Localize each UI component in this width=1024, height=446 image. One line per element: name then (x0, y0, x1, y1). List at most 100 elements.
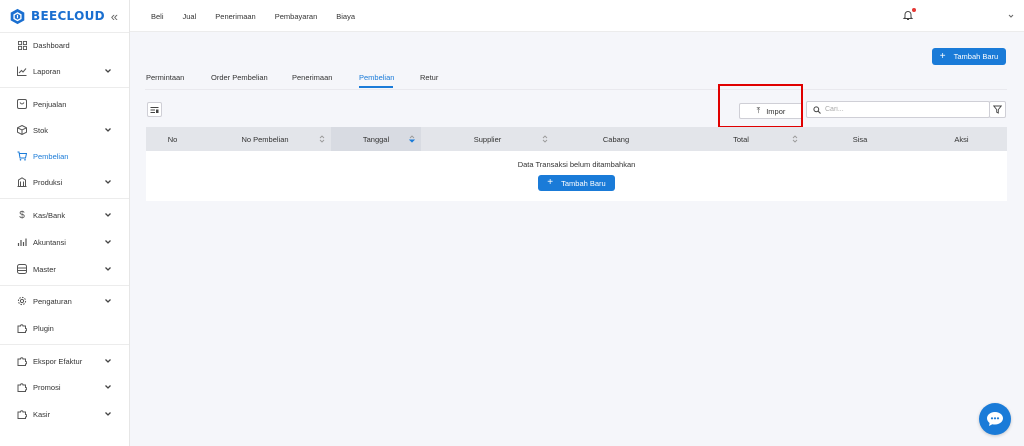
topnav-item-biaya[interactable]: Biaya (336, 12, 355, 21)
divider (0, 87, 129, 88)
tab-order-pembelian[interactable]: Order Pembelian (211, 73, 268, 82)
purchase-table: No No Pembelian Tanggal Supplier Cabang … (146, 127, 1007, 201)
search-box (806, 101, 990, 118)
sidebar-item-label: Stok (33, 125, 49, 135)
puzzle-icon (17, 382, 27, 392)
sidebar-item-label: Plugin (33, 323, 54, 333)
tab-retur[interactable]: Retur (420, 73, 438, 82)
column-label: No (167, 134, 178, 144)
sidebar-item-plugin[interactable]: Plugin (0, 317, 129, 339)
sidebar-item-master[interactable]: Master (0, 258, 129, 280)
search-input[interactable] (825, 106, 985, 113)
chevron-down-icon (105, 128, 111, 132)
dollar-icon: $ (19, 209, 25, 221)
chevron-down-icon (105, 385, 111, 389)
sidebar-item-laporan[interactable]: Laporan (0, 60, 129, 82)
column-label: Total (733, 134, 749, 144)
sidebar-item-label: Penjualan (33, 99, 67, 109)
tab-pembelian[interactable]: Pembelian (359, 73, 394, 82)
box-icon (17, 125, 27, 135)
tabs-divider (145, 89, 1007, 90)
sidebar-item-kasir[interactable]: Kasir (0, 403, 129, 425)
puzzle-icon (17, 409, 27, 419)
sidebar-item-stok[interactable]: Stok (0, 119, 129, 141)
sidebar-item-dashboard[interactable]: Dashboard (0, 34, 129, 56)
divider (0, 32, 129, 33)
tab-permintaan[interactable]: Permintaan (146, 73, 184, 82)
chat-button[interactable] (979, 403, 1011, 435)
empty-state-add-button[interactable]: + Tambah Baru (538, 175, 615, 191)
add-new-button-label: Tambah Baru (953, 52, 999, 61)
top-navigation: Beli Jual Penerimaan Pembayaran Biaya (151, 0, 374, 32)
chevron-down-icon (105, 412, 111, 416)
sidebar-item-promosi[interactable]: Promosi (0, 376, 129, 398)
topnav-item-jual[interactable]: Jual (183, 12, 197, 21)
sidebar-item-akuntansi[interactable]: Akuntansi (0, 231, 129, 253)
sidebar: BEECLOUD « Dashboard Laporan Penjualan S… (0, 0, 130, 446)
chevron-down-icon (105, 240, 111, 244)
sidebar-item-pembelian[interactable]: Pembelian (0, 145, 129, 167)
sidebar-item-label: Promosi (33, 382, 61, 392)
puzzle-icon (17, 323, 27, 333)
topnav-item-pembayaran[interactable]: Pembayaran (275, 12, 318, 21)
column-header-tanggal[interactable]: Tanggal (331, 127, 421, 151)
table-header: No No Pembelian Tanggal Supplier Cabang … (146, 127, 1007, 151)
column-header-no-pembelian[interactable]: No Pembelian (199, 127, 331, 151)
highlight-annotation (718, 84, 803, 128)
factory-icon (17, 177, 27, 187)
column-header-cabang[interactable]: Cabang (554, 127, 678, 151)
column-header-sisa[interactable]: Sisa (804, 127, 916, 151)
collapse-sidebar-icon[interactable]: « (111, 10, 118, 23)
chevron-down-icon (105, 69, 111, 73)
divider (0, 198, 129, 199)
column-label: No Pembelian (241, 134, 289, 144)
sidebar-item-kas-bank[interactable]: $ Kas/Bank (0, 204, 129, 226)
topbar: Beli Jual Penerimaan Pembayaran Biaya (130, 0, 1024, 32)
empty-state-add-button-label: Tambah Baru (561, 178, 606, 188)
column-header-no[interactable]: No (146, 127, 199, 151)
column-label: Tanggal (362, 134, 390, 144)
sidebar-item-label: Akuntansi (33, 237, 66, 247)
column-settings-icon (150, 106, 159, 113)
chevron-down-icon (105, 359, 111, 363)
column-label: Sisa (852, 134, 868, 144)
sort-icon (409, 135, 415, 143)
sidebar-item-ekspor-efaktur[interactable]: Ekspor Efaktur (0, 350, 129, 372)
column-settings-button[interactable] (147, 102, 162, 117)
user-menu-chevron-icon[interactable] (1007, 12, 1015, 20)
column-label: Supplier (473, 134, 502, 144)
sidebar-item-penjualan[interactable]: Penjualan (0, 93, 129, 115)
tab-penerimaan[interactable]: Penerimaan (292, 73, 332, 82)
notification-dot (912, 8, 916, 12)
topnav-item-beli[interactable]: Beli (151, 12, 164, 21)
column-header-aksi: Aksi (916, 127, 1007, 151)
chevron-down-icon (105, 180, 111, 184)
sidebar-item-label: Ekspor Efaktur (33, 356, 83, 366)
empty-state-message: Data Transaksi belum ditambahkan (517, 160, 636, 169)
column-header-supplier[interactable]: Supplier (421, 127, 554, 151)
grid-icon (17, 40, 27, 50)
sort-icon (542, 135, 548, 143)
filter-button[interactable] (989, 101, 1006, 118)
add-new-button[interactable]: + Tambah Baru (932, 48, 1006, 65)
filter-icon (993, 105, 1002, 114)
sidebar-item-pengaturan[interactable]: Pengaturan (0, 290, 129, 312)
sidebar-item-produksi[interactable]: Produksi (0, 171, 129, 193)
database-icon (17, 264, 27, 274)
chevron-down-icon (105, 267, 111, 271)
sidebar-item-label: Dashboard (33, 40, 70, 50)
sort-icon (319, 135, 325, 143)
sidebar-item-label: Pengaturan (33, 296, 72, 306)
chart-line-icon (17, 66, 27, 76)
gear-icon (17, 296, 27, 306)
search-icon (813, 105, 821, 114)
logo[interactable]: BEECLOUD « (0, 0, 129, 32)
column-header-total[interactable]: Total (678, 127, 804, 151)
sidebar-item-label: Laporan (33, 66, 61, 76)
column-label: Cabang (602, 134, 630, 144)
logo-text: BEECLOUD (31, 9, 105, 23)
topnav-item-penerimaan[interactable]: Penerimaan (215, 12, 255, 21)
sidebar-item-label: Master (33, 264, 56, 274)
divider (0, 344, 129, 345)
chat-icon (987, 412, 1003, 426)
